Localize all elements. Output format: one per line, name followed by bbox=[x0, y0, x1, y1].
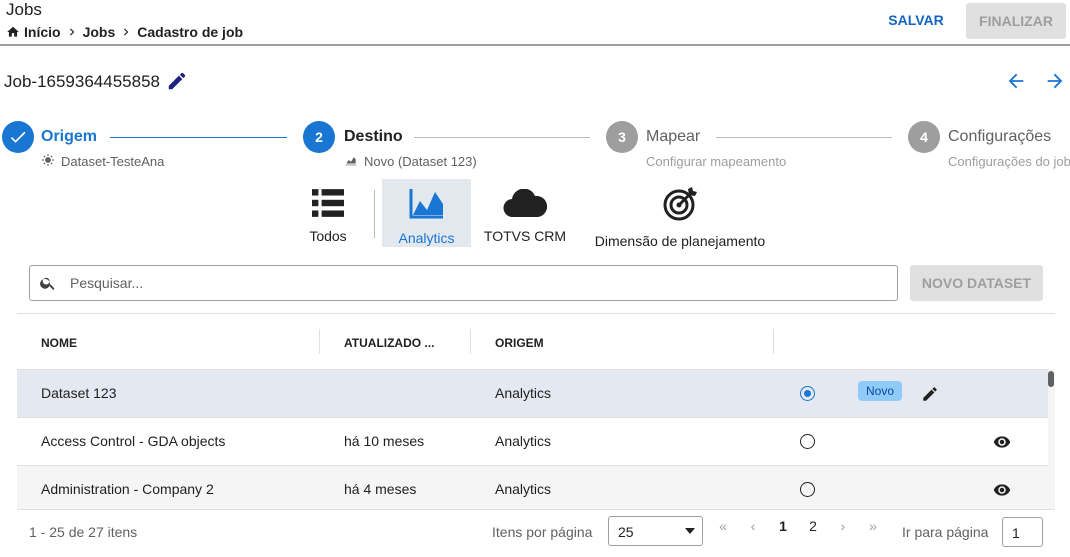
pager-range: 1 - 25 de 27 itens bbox=[29, 524, 138, 540]
edit-job-name-icon[interactable] bbox=[166, 70, 188, 92]
category-totvs-crm-label: TOTVS CRM bbox=[483, 228, 567, 244]
page-1-button[interactable]: 1 bbox=[773, 518, 793, 534]
breadcrumb: Início Jobs Cadastro de job bbox=[6, 24, 243, 40]
per-page-value: 25 bbox=[618, 524, 634, 540]
row-updated: há 4 meses bbox=[344, 481, 417, 497]
scrollbar-track[interactable] bbox=[1048, 369, 1055, 509]
row-origin: Analytics bbox=[495, 385, 552, 401]
home-icon[interactable] bbox=[6, 24, 20, 40]
next-page-button[interactable]: › bbox=[833, 518, 853, 534]
last-page-button[interactable]: » bbox=[863, 518, 883, 534]
category-dimensao-label: Dimensão de planejamento bbox=[594, 233, 766, 249]
row-select-radio[interactable] bbox=[800, 434, 815, 449]
row-name: Dataset 123 bbox=[41, 385, 117, 401]
chart-icon bbox=[344, 153, 358, 170]
new-dataset-button[interactable]: NOVO DATASET bbox=[910, 265, 1043, 301]
column-header-atualizado[interactable]: ATUALIZADO ... bbox=[344, 336, 434, 350]
per-page-label: Itens por página bbox=[492, 524, 593, 540]
row-name: Access Control - GDA objects bbox=[41, 433, 226, 449]
list-icon bbox=[312, 189, 344, 222]
chevron-right-icon bbox=[119, 24, 133, 40]
search-icon bbox=[39, 274, 57, 292]
category-todos-label: Todos bbox=[309, 228, 347, 244]
footer-divider bbox=[17, 509, 1055, 510]
column-separator[interactable] bbox=[773, 329, 774, 354]
step-connector bbox=[414, 137, 590, 138]
column-separator[interactable] bbox=[470, 329, 471, 354]
page-2-button[interactable]: 2 bbox=[803, 518, 823, 534]
step-configuracoes-title[interactable]: Configurações bbox=[948, 128, 1051, 146]
table-row[interactable]: Dataset 123 Analytics Novo bbox=[17, 369, 1048, 417]
chevron-right-icon bbox=[65, 24, 79, 40]
row-select-radio[interactable] bbox=[800, 386, 815, 401]
search-input[interactable] bbox=[70, 275, 870, 291]
prev-page-button[interactable]: ‹ bbox=[743, 518, 763, 534]
category-totvs-crm[interactable]: TOTVS CRM bbox=[482, 179, 568, 247]
breadcrumb-current: Cadastro de job bbox=[137, 24, 244, 40]
goto-page-input[interactable]: 1 bbox=[1002, 517, 1043, 547]
step-destino-subtitle: Novo (Dataset 123) bbox=[344, 153, 477, 170]
arrow-left-icon[interactable] bbox=[1005, 70, 1027, 92]
category-todos[interactable]: Todos bbox=[298, 179, 358, 247]
step-origem-check-icon[interactable] bbox=[2, 121, 34, 153]
scrollbar-thumb[interactable] bbox=[1048, 371, 1054, 387]
step-mapear-number[interactable]: 3 bbox=[606, 121, 638, 153]
breadcrumb-home[interactable]: Início bbox=[24, 24, 61, 40]
row-origin: Analytics bbox=[495, 481, 552, 497]
category-dimensao[interactable]: Dimensão de planejamento bbox=[592, 179, 768, 249]
step-configuracoes-number[interactable]: 4 bbox=[908, 121, 940, 153]
column-separator[interactable] bbox=[319, 329, 320, 354]
save-button[interactable]: SALVAR bbox=[880, 4, 952, 36]
step-connector bbox=[716, 137, 892, 138]
finish-button[interactable]: FINALIZAR bbox=[966, 3, 1066, 39]
top-header: Jobs Início Jobs Cadastro de job SALVAR … bbox=[0, 0, 1070, 46]
grid-divider bbox=[17, 313, 1055, 314]
caret-down-icon bbox=[685, 528, 695, 534]
eye-icon[interactable] bbox=[993, 433, 1011, 451]
breadcrumb-jobs[interactable]: Jobs bbox=[83, 24, 116, 40]
first-page-button[interactable]: « bbox=[713, 518, 733, 534]
row-updated: há 10 meses bbox=[344, 433, 425, 449]
per-page-select[interactable]: 25 bbox=[608, 516, 703, 546]
row-origin: Analytics bbox=[495, 433, 552, 449]
search-box[interactable] bbox=[29, 265, 898, 301]
step-connector bbox=[110, 137, 287, 138]
step-mapear-title[interactable]: Mapear bbox=[646, 128, 700, 146]
status-badge: Novo bbox=[858, 381, 903, 401]
table-row[interactable]: Access Control - GDA objects há 10 meses… bbox=[17, 417, 1048, 465]
bulb-icon bbox=[41, 153, 55, 170]
category-analytics[interactable]: Analytics bbox=[382, 179, 471, 247]
target-icon bbox=[662, 186, 698, 227]
row-name: Administration - Company 2 bbox=[41, 481, 214, 497]
step-configuracoes-subtitle: Configurações do job bbox=[948, 154, 1070, 169]
edit-icon[interactable] bbox=[921, 385, 939, 403]
app-title: Jobs bbox=[6, 0, 42, 19]
cloud-icon bbox=[503, 188, 548, 222]
eye-icon[interactable] bbox=[993, 481, 1011, 499]
step-destino-number[interactable]: 2 bbox=[303, 121, 335, 153]
job-name: Job-1659364455858 bbox=[4, 72, 160, 91]
column-header-nome[interactable]: NOME bbox=[41, 336, 77, 350]
category-analytics-label: Analytics bbox=[398, 230, 455, 246]
step-mapear-subtitle: Configurar mapeamento bbox=[646, 154, 787, 169]
table-row[interactable]: Administration - Company 2 há 4 meses An… bbox=[17, 465, 1048, 509]
step-origem-title[interactable]: Origem bbox=[41, 128, 97, 146]
category-divider bbox=[374, 190, 375, 238]
row-select-radio[interactable] bbox=[800, 482, 815, 497]
goto-page-label: Ir para página bbox=[902, 524, 989, 540]
step-origem-subtitle: Dataset-TesteAna bbox=[41, 153, 164, 170]
analytics-icon bbox=[409, 187, 445, 224]
column-header-origem[interactable]: ORIGEM bbox=[495, 336, 544, 350]
arrow-right-icon[interactable] bbox=[1044, 70, 1066, 92]
step-destino-title[interactable]: Destino bbox=[344, 128, 403, 146]
